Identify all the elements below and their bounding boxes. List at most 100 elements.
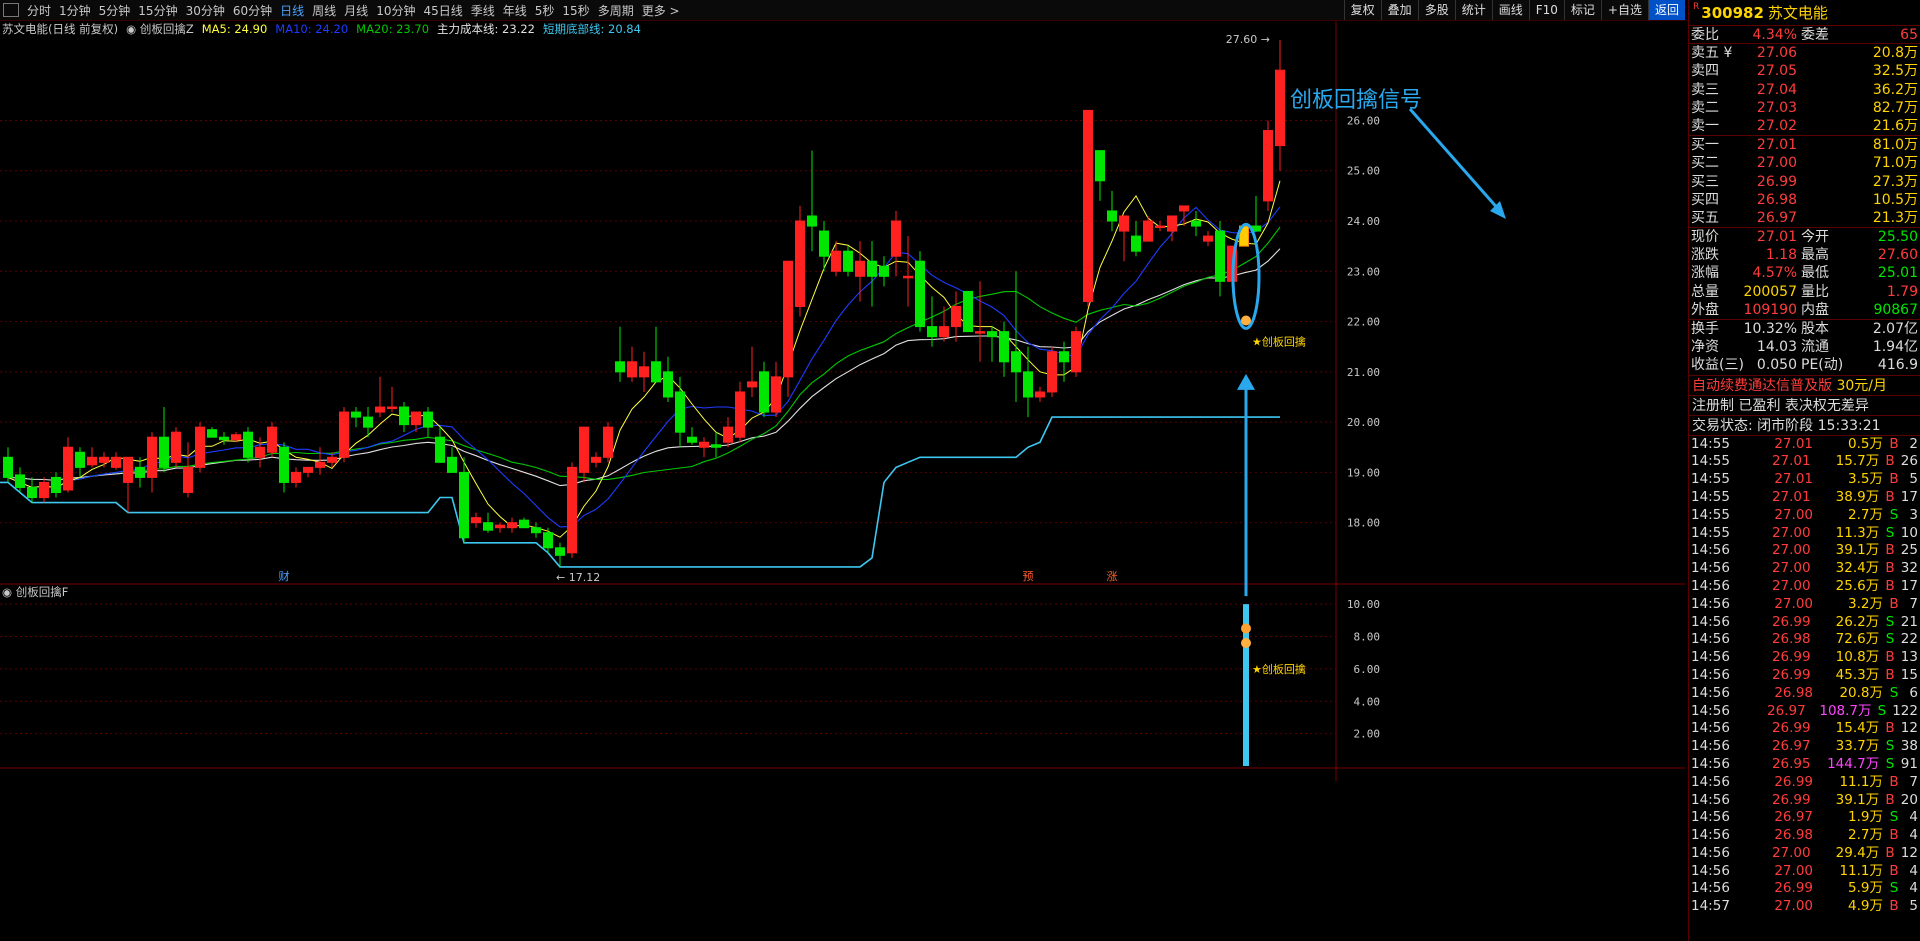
- event-tag[interactable]: 涨: [1107, 570, 1118, 583]
- y-tick-label: 24.00: [1347, 215, 1380, 228]
- tool-button[interactable]: 返回: [1647, 0, 1685, 20]
- period-tab[interactable]: 5秒: [531, 2, 559, 19]
- tick-time: 14:55: [1691, 471, 1730, 488]
- order-book-row[interactable]: 买四 26.98 10.5万: [1689, 191, 1920, 209]
- period-tab[interactable]: 周线: [308, 2, 340, 19]
- tick-count: 32: [1900, 560, 1918, 577]
- tick-volume: 15.7万: [1835, 453, 1880, 470]
- tick-count: 12: [1900, 720, 1918, 737]
- tick-time: 14:55: [1691, 506, 1730, 523]
- event-tag[interactable]: 财: [279, 569, 290, 583]
- tick-row: 14:56 27.00 29.4万 B 12: [1689, 845, 1920, 863]
- period-tab[interactable]: 月线: [340, 2, 372, 19]
- fund-label: 流通: [1801, 339, 1829, 356]
- order-book-row[interactable]: 卖二 27.03 82.7万: [1689, 99, 1920, 117]
- fund-value: 1.94亿: [1872, 339, 1918, 356]
- tick-side: B: [1885, 649, 1895, 666]
- period-tab[interactable]: 15分钟: [134, 2, 181, 19]
- tick-volume: 144.7万: [1827, 755, 1880, 772]
- candle: [1083, 109, 1093, 307]
- tool-button[interactable]: 统计: [1454, 0, 1492, 20]
- order-book-row[interactable]: 卖一 27.02 21.6万: [1689, 117, 1920, 135]
- period-tab[interactable]: 45日线: [419, 2, 466, 19]
- trading-app: 分时 1分钟 5分钟 15分钟 30分钟 60分钟 日线 周线 月线 10分钟 45日线 季线 年线 5秒…: [0, 0, 1920, 941]
- promo-banner[interactable]: 自动续费通达信普及版 30元/月: [1689, 376, 1920, 396]
- book-price: 26.97: [1756, 209, 1797, 226]
- tick-volume: 4.9万: [1848, 898, 1883, 915]
- sub-indicator-name: ◉ 创板回擒F: [2, 585, 68, 599]
- order-book-row[interactable]: 卖三 27.04 36.2万: [1689, 81, 1920, 99]
- kline-chart[interactable]: 18.00 19.00 20.00 21.00 22.00 23.00 24.00 25.00…: [0, 21, 1685, 941]
- tick-row: 14:55 27.01 15.7万 B 26: [1689, 453, 1920, 471]
- period-tab[interactable]: 年线: [499, 2, 531, 19]
- stat-row: 外盘 109190 内盘 90867: [1689, 301, 1920, 319]
- tick-count: 7: [1909, 773, 1918, 790]
- tick-price: 26.97: [1774, 809, 1813, 826]
- event-tag[interactable]: 预: [1023, 570, 1034, 583]
- tick-list[interactable]: 14:55 27.01 0.5万 B 2 14:55 27.01 15.7万 B 26 14:55 2…: [1689, 436, 1920, 917]
- book-label: 卖四: [1691, 63, 1719, 80]
- period-tab[interactable]: 1分钟: [55, 2, 95, 19]
- candle: [915, 251, 925, 332]
- period-tab[interactable]: 30分钟: [182, 2, 229, 19]
- tick-side: B: [1889, 773, 1899, 790]
- tick-side: S: [1889, 684, 1899, 701]
- book-price: 27.03: [1756, 99, 1797, 116]
- period-tab[interactable]: 分时: [23, 2, 55, 19]
- order-book-row[interactable]: 买三 26.99 27.3万: [1689, 173, 1920, 191]
- order-book-row[interactable]: 卖五 ¥ 27.06 20.8万: [1689, 44, 1920, 62]
- order-book-row[interactable]: 卖四 27.05 32.5万: [1689, 62, 1920, 80]
- stat-value: 27.01: [1756, 229, 1797, 246]
- period-tab[interactable]: 10分钟: [372, 2, 419, 19]
- period-tab[interactable]: 5分钟: [95, 2, 135, 19]
- tick-price: 26.99: [1771, 649, 1811, 666]
- period-tab[interactable]: 日线: [276, 2, 308, 19]
- period-tab[interactable]: 更多 >: [638, 2, 684, 19]
- tick-side: S: [1877, 702, 1887, 719]
- book-volume: 10.5万: [1872, 191, 1918, 208]
- tick-row: 14:56 26.98 72.6万 S 22: [1689, 631, 1920, 649]
- period-tab[interactable]: 季线: [467, 2, 499, 19]
- book-label: 买二: [1691, 155, 1719, 172]
- order-book-row[interactable]: 买一 27.01 81.0万: [1689, 136, 1920, 154]
- order-book-row[interactable]: 买五 26.97 21.3万: [1689, 209, 1920, 227]
- stat-value: 109190: [1743, 301, 1797, 318]
- fund-value: 416.9: [1877, 357, 1918, 374]
- tool-button[interactable]: 画线: [1491, 0, 1529, 20]
- tick-count: 12: [1900, 844, 1918, 861]
- tick-side: S: [1885, 631, 1895, 648]
- tool-button[interactable]: 叠加: [1380, 0, 1418, 20]
- tick-count: 26: [1900, 453, 1918, 470]
- bottom-line-label: 短期底部线: 20.84: [543, 22, 641, 36]
- period-tab[interactable]: 15秒: [558, 2, 593, 19]
- tool-button[interactable]: F10: [1528, 0, 1564, 20]
- tick-count: 122: [1892, 702, 1918, 719]
- tick-row: 14:56 27.00 25.6万 B 17: [1689, 578, 1920, 596]
- period-tab[interactable]: 多周期: [594, 2, 638, 19]
- tick-time: 14:56: [1691, 666, 1730, 683]
- tool-button[interactable]: 标记: [1563, 0, 1601, 20]
- menu-toggle-icon[interactable]: [3, 3, 19, 17]
- fund-row: 换手 10.32% 股本 2.07亿: [1689, 320, 1920, 338]
- tick-row: 14:56 27.00 32.4万 B 32: [1689, 560, 1920, 578]
- period-tab[interactable]: 60分钟: [229, 2, 276, 19]
- tick-row: 14:56 27.00 11.1万 B 4: [1689, 863, 1920, 881]
- book-volume: 36.2万: [1872, 81, 1918, 98]
- tool-button[interactable]: 多股: [1417, 0, 1455, 20]
- tick-count: 91: [1900, 755, 1918, 772]
- order-book-row[interactable]: 买二 27.00 71.0万: [1689, 154, 1920, 172]
- tick-price: 27.00: [1774, 595, 1813, 612]
- stat-row: 现价 27.01 今开 25.50: [1689, 228, 1920, 246]
- tick-time: 14:56: [1691, 560, 1730, 577]
- tool-button[interactable]: 复权: [1343, 0, 1381, 20]
- fund-value: 2.07亿: [1872, 321, 1918, 337]
- tick-time: 14:57: [1691, 898, 1730, 915]
- tick-price: 27.01: [1771, 488, 1811, 505]
- sub-y-tick-label: 6.00: [1354, 663, 1381, 676]
- tick-price: 27.00: [1771, 524, 1811, 541]
- tick-side: B: [1889, 898, 1899, 915]
- tick-side: S: [1885, 524, 1895, 541]
- tool-button[interactable]: +自选: [1600, 0, 1648, 20]
- ask-book: 卖五 ¥ 27.06 20.8万 卖四 27.05 32.5万 卖三 27.04 36.2万 卖二…: [1689, 44, 1920, 137]
- stat-label: 涨幅: [1691, 265, 1719, 282]
